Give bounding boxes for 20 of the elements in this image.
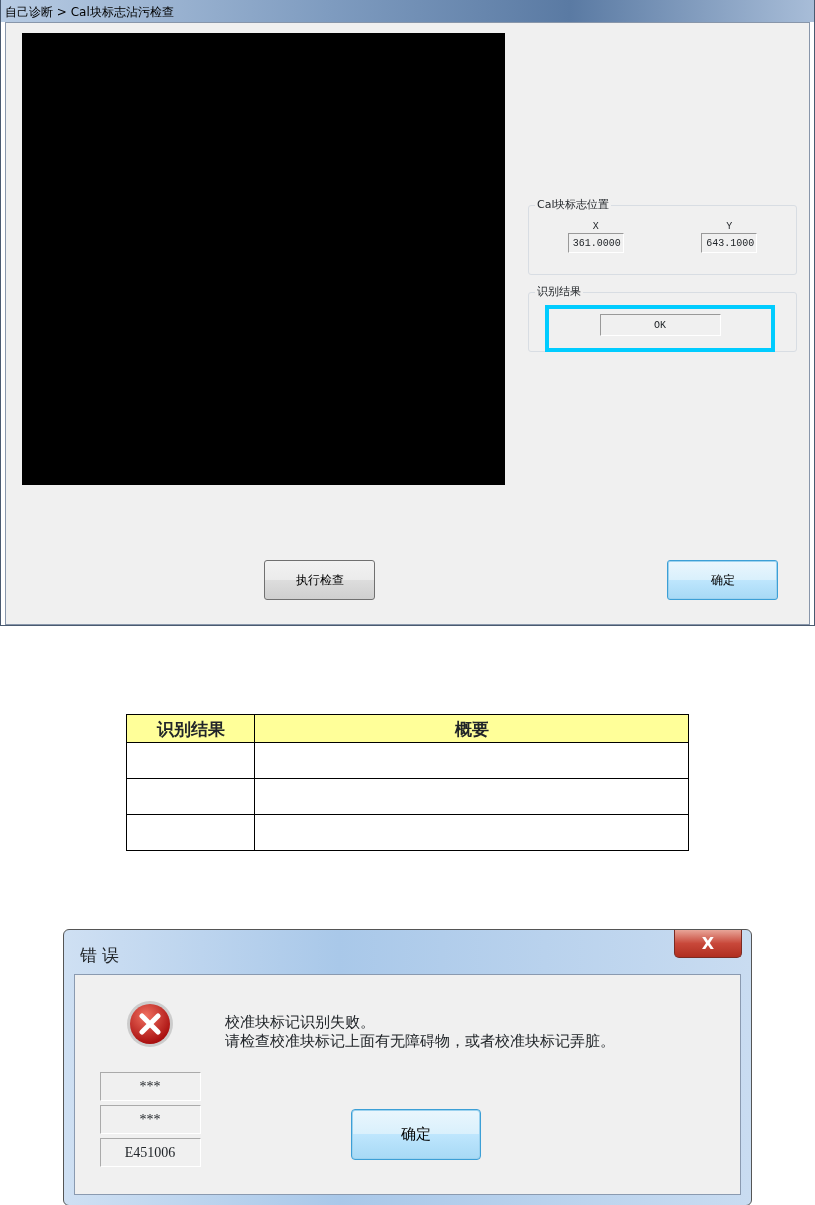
coordinate-field: 643.1000	[701, 233, 758, 253]
code-field: ***	[99, 1072, 201, 1101]
close-button[interactable]: X	[674, 930, 742, 958]
confirm-button[interactable]: 确定	[667, 560, 778, 600]
code-field: E451006	[99, 1138, 201, 1167]
run-check-button[interactable]: 执行检查	[264, 560, 375, 600]
window-title: 自己诊断 > Cal块标志沾污检查	[1, 0, 814, 22]
ok-button[interactable]: 确定	[351, 1109, 481, 1160]
coordinate-field: 361.0000	[567, 233, 624, 253]
code-field: ***	[99, 1105, 201, 1134]
column-header: 概要	[254, 714, 689, 743]
group-label: Cal块标志位置	[535, 198, 612, 212]
dialog-title: 错 误	[79, 944, 120, 967]
result-field: OK	[599, 314, 721, 336]
group-label: 识别结果	[535, 285, 583, 299]
field-label: Y	[726, 220, 733, 233]
column-header: 识别结果	[126, 714, 255, 743]
message-text: 请检查校准块标记上面有无障碍物，或者校准块标记弄脏。	[225, 1032, 616, 1051]
message-text: 校准块标记识别失败。	[225, 1013, 376, 1032]
field-label: X	[592, 220, 599, 233]
